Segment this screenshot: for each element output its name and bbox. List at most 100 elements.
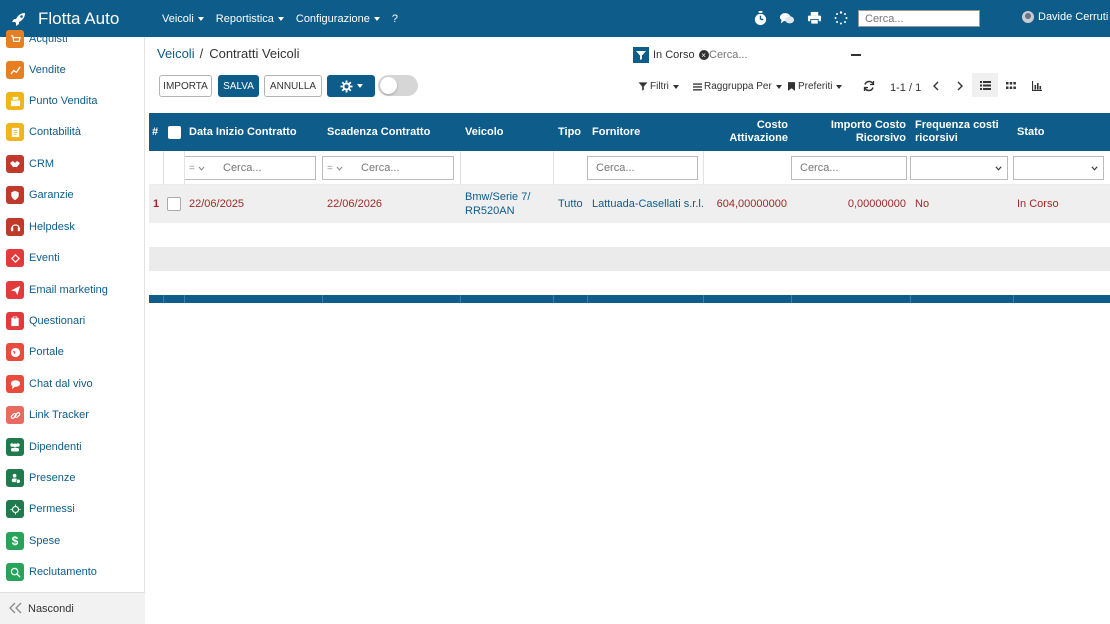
- sidebar-item-label: Contabilità: [29, 126, 81, 138]
- chevron-down-icon: [1091, 166, 1098, 171]
- favorites-dropdown[interactable]: Preferiti: [788, 81, 843, 92]
- search-user-icon: [6, 563, 24, 581]
- sidebar-item-portale[interactable]: Portale: [6, 342, 141, 362]
- kanban-view-icon[interactable]: [1004, 79, 1018, 93]
- nav-veicoli[interactable]: Veicoli: [162, 13, 204, 25]
- sidebar-item-permessi[interactable]: Permessi: [6, 499, 141, 519]
- sidebar-item-chat-dal-vivo[interactable]: Chat dal vivo: [6, 374, 141, 394]
- caret-down-icon: [373, 16, 380, 21]
- messages-icon[interactable]: [779, 10, 795, 26]
- filters-dropdown[interactable]: Filtri: [638, 81, 679, 92]
- cell-type[interactable]: Tutto: [558, 185, 583, 223]
- header-text: Importo Costo: [830, 119, 906, 131]
- chevron-down-icon: [995, 166, 1002, 171]
- column-divider: [460, 151, 461, 185]
- sidebar-item-crm[interactable]: CRM: [6, 154, 141, 174]
- header-activation-cost[interactable]: Costo Attivazione: [704, 113, 788, 151]
- cell-supplier[interactable]: Lattuada-Casellati s.r.l.: [592, 185, 704, 223]
- header-recurring-amount[interactable]: Importo Costo Ricorsivo: [809, 113, 906, 151]
- header-state[interactable]: Stato: [1017, 113, 1045, 151]
- refresh-icon[interactable]: [862, 79, 876, 93]
- sidebar-item-link-tracker[interactable]: Link Tracker: [6, 405, 141, 425]
- search-input[interactable]: [705, 47, 845, 63]
- sidebar-item-label: Email marketing: [29, 284, 108, 296]
- cell-vehicle[interactable]: Bmw/Serie 7/RR520AN: [465, 185, 530, 223]
- sidebar-item-label: Spese: [29, 535, 61, 547]
- groupby-dropdown[interactable]: Raggruppa Per: [693, 81, 782, 92]
- list-view-button[interactable]: [972, 73, 998, 97]
- sidebar-item-contabilita[interactable]: Contabilità: [6, 122, 141, 142]
- sidebar-item-eventi[interactable]: Eventi: [6, 248, 141, 268]
- sidebar-item-acquisti[interactable]: Acquisti: [6, 29, 141, 49]
- filter-end-date[interactable]: = Cerca...: [322, 156, 454, 180]
- header-type[interactable]: Tipo: [558, 113, 581, 151]
- table-row[interactable]: 1 22/06/2025 22/06/2026 Bmw/Serie 7/RR52…: [149, 185, 1110, 223]
- footer-divider: [460, 295, 461, 303]
- select-all-checkbox[interactable]: [168, 126, 181, 139]
- sidebar-item-helpdesk[interactable]: Helpdesk: [6, 217, 141, 237]
- header-end-date[interactable]: Scadenza Contratto: [327, 113, 430, 151]
- nav-configurazione[interactable]: Configurazione: [296, 13, 380, 25]
- chevron-down-icon: [198, 166, 205, 171]
- sidebar-item-reclutamento[interactable]: Reclutamento: [6, 562, 141, 582]
- pager-next-icon[interactable]: [956, 80, 964, 95]
- header-supplier[interactable]: Fornitore: [592, 113, 640, 151]
- footer-divider: [184, 295, 185, 303]
- sidebar-item-dipendenti[interactable]: Dipendenti: [6, 437, 141, 457]
- cell-start-date[interactable]: 22/06/2025: [189, 185, 244, 223]
- sidebar-hide-button[interactable]: Nascondi: [0, 592, 145, 624]
- filter-operator[interactable]: =: [327, 163, 353, 174]
- column-divider: [553, 151, 554, 185]
- operator-text: =: [327, 162, 333, 174]
- nav-help[interactable]: ?: [392, 13, 398, 25]
- avatar: [1022, 11, 1034, 23]
- filter-start-date[interactable]: = Cerca...: [184, 156, 316, 180]
- header-vehicle[interactable]: Veicolo: [465, 113, 504, 151]
- footer-divider: [322, 295, 323, 303]
- footer-divider: [791, 295, 792, 303]
- sidebar-item-garanzie[interactable]: Garanzie: [6, 185, 141, 205]
- breadcrumb-link-veicoli[interactable]: Veicoli: [157, 46, 195, 61]
- filter-supplier[interactable]: Cerca...: [587, 156, 698, 180]
- actions-gear-button[interactable]: [327, 75, 375, 97]
- sidebar-item-email-marketing[interactable]: Email marketing: [6, 280, 141, 300]
- vehicle-line: RR520AN: [465, 205, 515, 217]
- cell-frequency[interactable]: No: [915, 185, 929, 223]
- nav-reportistica[interactable]: Reportistica: [216, 13, 284, 25]
- save-button[interactable]: SALVA: [218, 75, 259, 97]
- sidebar-item-punto-vendita[interactable]: Punto Vendita: [6, 91, 141, 111]
- chart-line-icon: [6, 61, 24, 79]
- row-checkbox[interactable]: [167, 197, 181, 211]
- user-clock-icon: [6, 469, 24, 487]
- top-search-input[interactable]: [858, 10, 980, 27]
- cell-state[interactable]: In Corso: [1017, 185, 1059, 223]
- filter-frequency-select[interactable]: [910, 156, 1008, 180]
- pager-previous-icon[interactable]: [932, 80, 940, 95]
- cancel-button[interactable]: ANNULLA: [264, 75, 322, 97]
- rocket-icon: [11, 11, 27, 27]
- printer-icon[interactable]: [806, 10, 822, 26]
- user-menu[interactable]: Davide Cerruti: [1022, 11, 1108, 23]
- sidebar-item-vendite[interactable]: Vendite: [6, 60, 141, 80]
- sidebar-item-label: Acquisti: [29, 33, 68, 45]
- brand[interactable]: Flotta Auto: [11, 9, 159, 29]
- filter-operator[interactable]: =: [189, 163, 215, 174]
- filter-recurring-amount[interactable]: Cerca...: [791, 156, 907, 180]
- sidebar-item-spese[interactable]: $ Spese: [6, 531, 141, 551]
- sidebar-item-questionari[interactable]: Questionari: [6, 311, 141, 331]
- mode-toggle[interactable]: [378, 75, 418, 96]
- filter-state-select[interactable]: [1013, 156, 1104, 180]
- activity-clock-icon[interactable]: [752, 10, 768, 26]
- header-start-date[interactable]: Data Inizio Contratto: [189, 113, 297, 151]
- graph-view-icon[interactable]: [1030, 79, 1044, 93]
- sidebar-item-presenze[interactable]: Presenze: [6, 468, 141, 488]
- header-frequency[interactable]: Frequenza costi ricorsivi: [915, 113, 999, 151]
- cell-recurring-amount[interactable]: 0,00000000: [809, 185, 906, 223]
- cart-icon: [6, 30, 24, 48]
- search-options-icon[interactable]: [851, 54, 861, 56]
- import-button[interactable]: IMPORTA: [159, 75, 212, 97]
- pager-value[interactable]: 1-1 / 1: [890, 82, 921, 94]
- vehicle-line: Bmw/Serie 7/: [465, 191, 531, 203]
- cell-activation-cost[interactable]: 604,00000000: [704, 185, 787, 223]
- cell-end-date[interactable]: 22/06/2026: [327, 185, 382, 223]
